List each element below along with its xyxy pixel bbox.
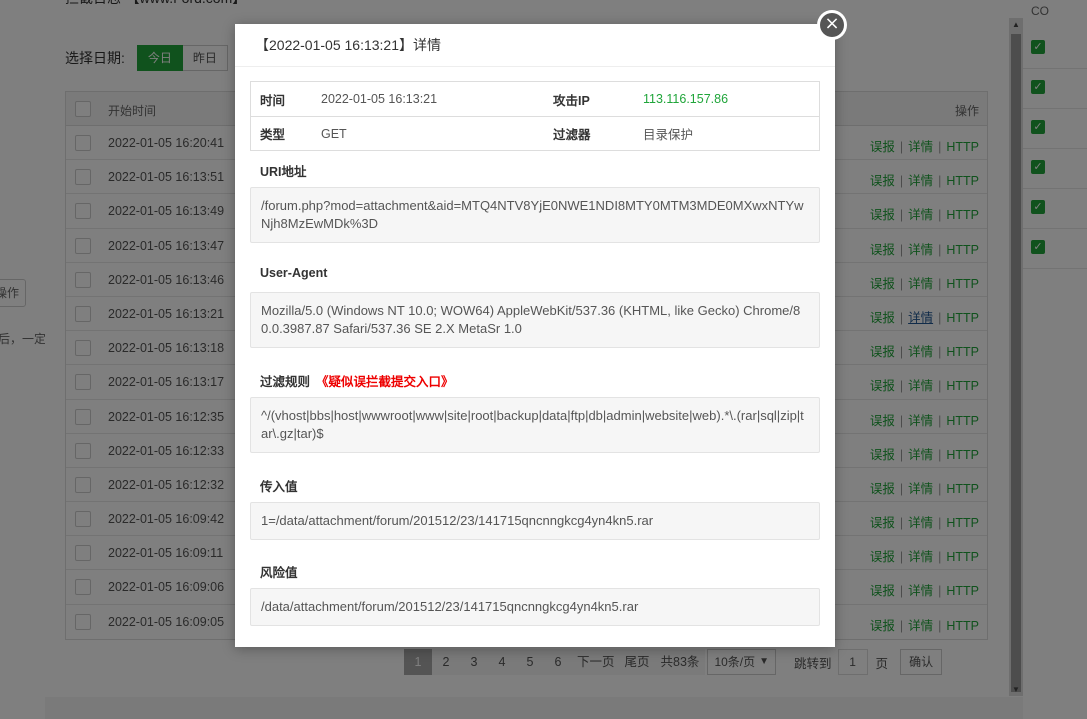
input-value-label: 传入值 (260, 480, 298, 494)
rule-label: 过滤规则 (260, 375, 311, 389)
close-icon: × (820, 13, 844, 37)
info-row: 类型 GET 过滤器 目录保护 (251, 116, 819, 150)
input-value-box: 1=/data/attachment/forum/201512/23/14171… (250, 502, 820, 540)
false-positive-link[interactable]: 《疑似误拦截提交入口》 (316, 375, 454, 389)
ip-value: 113.116.157.86 (643, 92, 729, 106)
type-label: 类型 (260, 128, 286, 142)
close-button[interactable]: × (817, 10, 847, 40)
ip-label: 攻击IP (553, 93, 590, 108)
user-agent-value-box: Mozilla/5.0 (Windows NT 10.0; WOW64) App… (250, 292, 820, 348)
user-agent-label: User-Agent (260, 266, 328, 280)
type-value: GET (321, 126, 347, 141)
uri-label: URI地址 (260, 165, 307, 179)
risk-value-box: /data/attachment/forum/201512/23/141715q… (250, 588, 820, 626)
rule-label-row: 过滤规则 《疑似误拦截提交入口》 (260, 371, 454, 390)
dialog-title: 【2022-01-05 16:13:21】详情 (235, 24, 835, 67)
filter-value: 目录保护 (643, 128, 694, 142)
rule-value-box: ^/(vhost|bbs|host|wwwroot|www|site|root|… (250, 397, 820, 453)
info-row: 时间 2022-01-05 16:13:21 攻击IP 113.116.157.… (251, 82, 819, 116)
risk-value-label: 风险值 (260, 566, 298, 580)
detail-info-table: 时间 2022-01-05 16:13:21 攻击IP 113.116.157.… (250, 81, 820, 151)
time-value: 2022-01-05 16:13:21 (321, 92, 438, 106)
uri-value-box: /forum.php?mod=attachment&aid=MTQ4NTV8Yj… (250, 187, 820, 243)
time-label: 时间 (260, 93, 286, 108)
filter-label: 过滤器 (553, 128, 591, 142)
detail-dialog: 【2022-01-05 16:13:21】详情 × 时间 2022-01-05 … (235, 10, 847, 647)
